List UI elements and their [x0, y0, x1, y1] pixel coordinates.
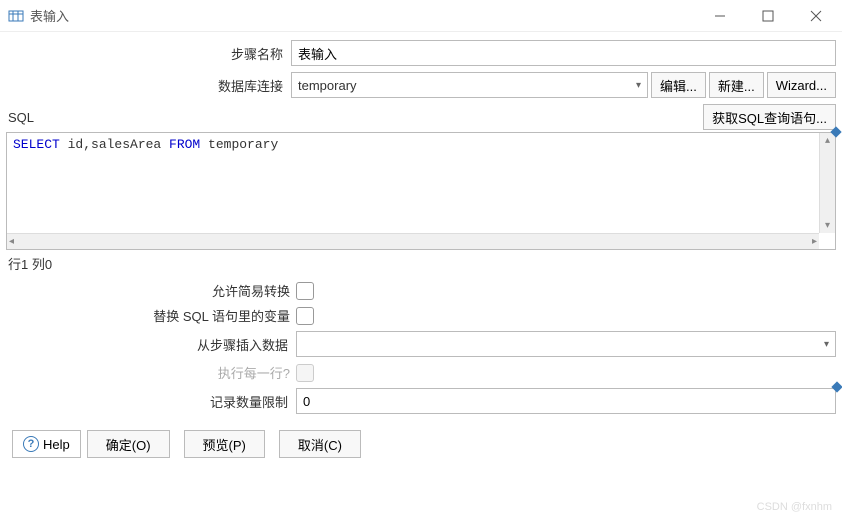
step-name-input[interactable]	[291, 40, 836, 66]
minimize-button[interactable]	[708, 4, 732, 28]
step-name-label: 步骤名称	[6, 44, 291, 63]
scroll-left-icon[interactable]: ◂	[7, 234, 16, 249]
new-connection-button[interactable]: 新建...	[709, 72, 764, 98]
execute-each-row-checkbox	[296, 364, 314, 382]
window-controls	[708, 4, 828, 28]
scroll-up-icon[interactable]: ▴	[823, 133, 832, 148]
db-connection-value: temporary	[298, 78, 357, 93]
execute-each-row-label: 执行每一行?	[6, 363, 296, 382]
wizard-button[interactable]: Wizard...	[767, 72, 836, 98]
replace-variables-checkbox[interactable]	[296, 307, 314, 325]
cancel-button[interactable]: 取消(C)	[279, 430, 361, 458]
db-connection-select[interactable]: temporary	[291, 72, 648, 98]
allow-simple-conversion-label: 允许简易转换	[6, 281, 296, 300]
insert-from-step-select[interactable]	[296, 331, 836, 357]
sql-keyword-from: FROM	[169, 137, 200, 152]
table-input-icon	[8, 8, 24, 24]
cursor-position-status: 行1 列0	[6, 250, 836, 281]
sql-table: temporary	[200, 137, 278, 152]
watermark: CSDN @fxnhm	[757, 501, 832, 513]
maximize-button[interactable]	[756, 4, 780, 28]
insert-from-step-label: 从步骤插入数据	[6, 335, 296, 354]
scroll-right-icon[interactable]: ▸	[810, 234, 819, 249]
ok-button[interactable]: 确定(O)	[87, 430, 170, 458]
allow-simple-conversion-checkbox[interactable]	[296, 282, 314, 300]
sql-keyword-select: SELECT	[13, 137, 60, 152]
help-label: Help	[43, 437, 70, 452]
horizontal-scrollbar[interactable]: ◂ ▸	[7, 233, 819, 249]
titlebar: 表输入	[0, 0, 842, 32]
record-limit-label: 记录数量限制	[6, 392, 296, 411]
help-button[interactable]: ? Help	[12, 430, 81, 458]
sql-label: SQL	[6, 110, 34, 125]
help-icon: ?	[23, 436, 39, 452]
replace-variables-label: 替换 SQL 语句里的变量	[6, 306, 296, 325]
sql-text[interactable]: SELECT id,salesArea FROM temporary	[7, 133, 835, 249]
record-limit-input[interactable]	[296, 388, 836, 414]
scroll-down-icon[interactable]: ▾	[823, 218, 832, 233]
preview-button[interactable]: 预览(P)	[184, 430, 265, 458]
sql-editor[interactable]: SELECT id,salesArea FROM temporary ▴ ▾ ◂…	[6, 132, 836, 250]
db-connection-label: 数据库连接	[6, 76, 291, 95]
window-title: 表输入	[30, 6, 708, 25]
sql-fields: id,salesArea	[60, 137, 169, 152]
vertical-scrollbar[interactable]: ▴ ▾	[819, 133, 835, 233]
get-sql-button[interactable]: 获取SQL查询语句...	[703, 104, 836, 130]
edit-connection-button[interactable]: 编辑...	[651, 72, 706, 98]
close-button[interactable]	[804, 4, 828, 28]
